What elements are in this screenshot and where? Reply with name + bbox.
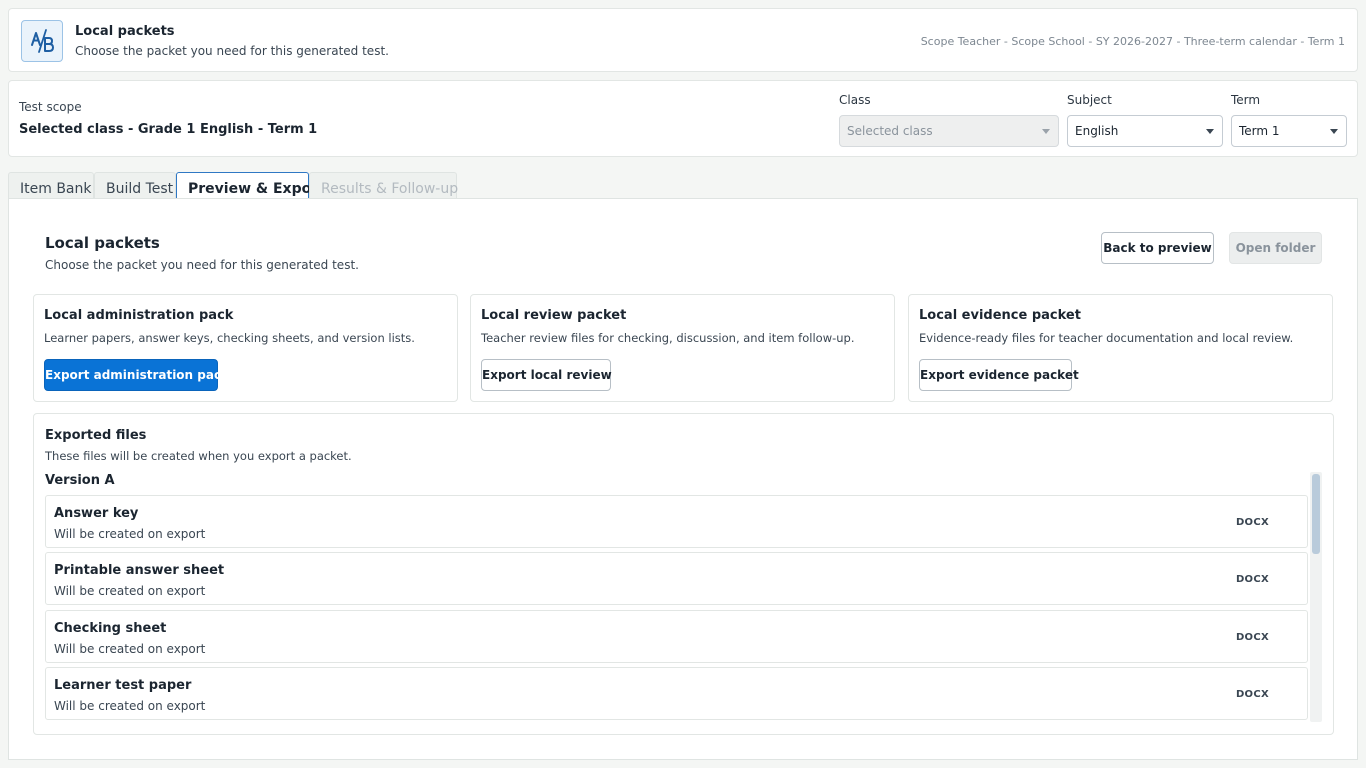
file-format-badge: DOCX [1235,632,1269,643]
export-administration-pack-button[interactable]: Export administration pack [44,359,229,391]
packet-card-review: Local review packet Teacher review files… [470,294,895,402]
back-to-preview-button[interactable]: Back to preview [1101,232,1214,264]
open-folder-button: Open folder [1229,232,1322,264]
class-label: Class [839,93,871,107]
header-title: Local packets [75,24,175,39]
subject-select-value: English [1075,124,1119,138]
version-heading: Version A [45,473,115,488]
files-scrollbar-thumb[interactable] [1312,474,1320,554]
exported-files-section: Exported files These files will be creat… [33,413,1334,735]
exported-files-subtitle: These files will be created when you exp… [45,449,352,463]
file-row: Checking sheet Will be created on export… [45,610,1308,663]
packet-title: Local administration pack [44,308,234,323]
file-status: Will be created on export [54,642,206,656]
file-row: Learner test paper Will be created on ex… [45,667,1308,720]
packet-desc: Learner papers, answer keys, checking sh… [44,331,415,345]
packet-title: Local review packet [481,308,627,323]
panel-subtitle: Choose the packet you need for this gene… [45,258,359,272]
file-status: Will be created on export [54,527,206,541]
chevron-down-icon [1042,129,1050,134]
file-status: Will be created on export [54,584,206,598]
ab-version-icon [21,20,63,62]
file-name: Answer key [54,506,139,521]
packet-desc: Evidence-ready files for teacher documen… [919,331,1294,345]
class-select: Selected class [839,115,1059,147]
term-select[interactable]: Term 1 [1231,115,1347,147]
scope-value: Selected class - Grade 1 English - Term … [19,122,318,137]
subject-label: Subject [1067,93,1112,107]
exported-files-title: Exported files [45,428,147,443]
panel-title: Local packets [45,234,160,252]
tab-preview-export[interactable]: Preview & Export [176,172,325,200]
tab-results-follow-up: Results & Follow-up [309,172,458,199]
packet-card-evidence: Local evidence packet Evidence-ready fil… [908,294,1333,402]
file-name: Learner test paper [54,678,192,693]
file-name: Printable answer sheet [54,563,225,578]
packet-desc: Teacher review files for checking, discu… [481,331,855,345]
class-select-value: Selected class [847,124,933,138]
header-context: Scope Teacher - Scope School - SY 2026-2… [920,35,1345,48]
app-header: Local packets Choose the packet you need… [8,8,1358,72]
file-format-badge: DOCX [1235,574,1269,585]
file-status: Will be created on export [54,699,206,713]
term-select-value: Term 1 [1239,124,1280,138]
scope-label: Test scope [19,100,82,114]
test-scope-bar: Test scope Selected class - Grade 1 Engl… [8,80,1358,157]
header-subtitle: Choose the packet you need for this gene… [75,44,389,58]
export-local-review-button[interactable]: Export local review [481,359,612,391]
packet-title: Local evidence packet [919,308,1081,323]
term-label: Term [1231,93,1261,107]
export-evidence-packet-button[interactable]: Export evidence packet [919,359,1079,391]
packet-card-administration: Local administration pack Learner papers… [33,294,458,402]
chevron-down-icon [1330,129,1338,134]
chevron-down-icon [1206,129,1214,134]
preview-export-panel: Local packets Choose the packet you need… [8,198,1358,760]
files-scrollbar[interactable] [1310,472,1322,722]
file-name: Checking sheet [54,621,167,636]
tab-build-test[interactable]: Build Test [94,172,176,199]
file-format-badge: DOCX [1235,517,1269,528]
file-format-badge: DOCX [1235,689,1269,700]
subject-select[interactable]: English [1067,115,1223,147]
file-row: Printable answer sheet Will be created o… [45,552,1308,605]
tab-item-bank[interactable]: Item Bank [8,172,94,199]
exported-files-list: Answer key Will be created on export DOC… [45,494,1309,722]
file-row: Answer key Will be created on export DOC… [45,495,1308,548]
